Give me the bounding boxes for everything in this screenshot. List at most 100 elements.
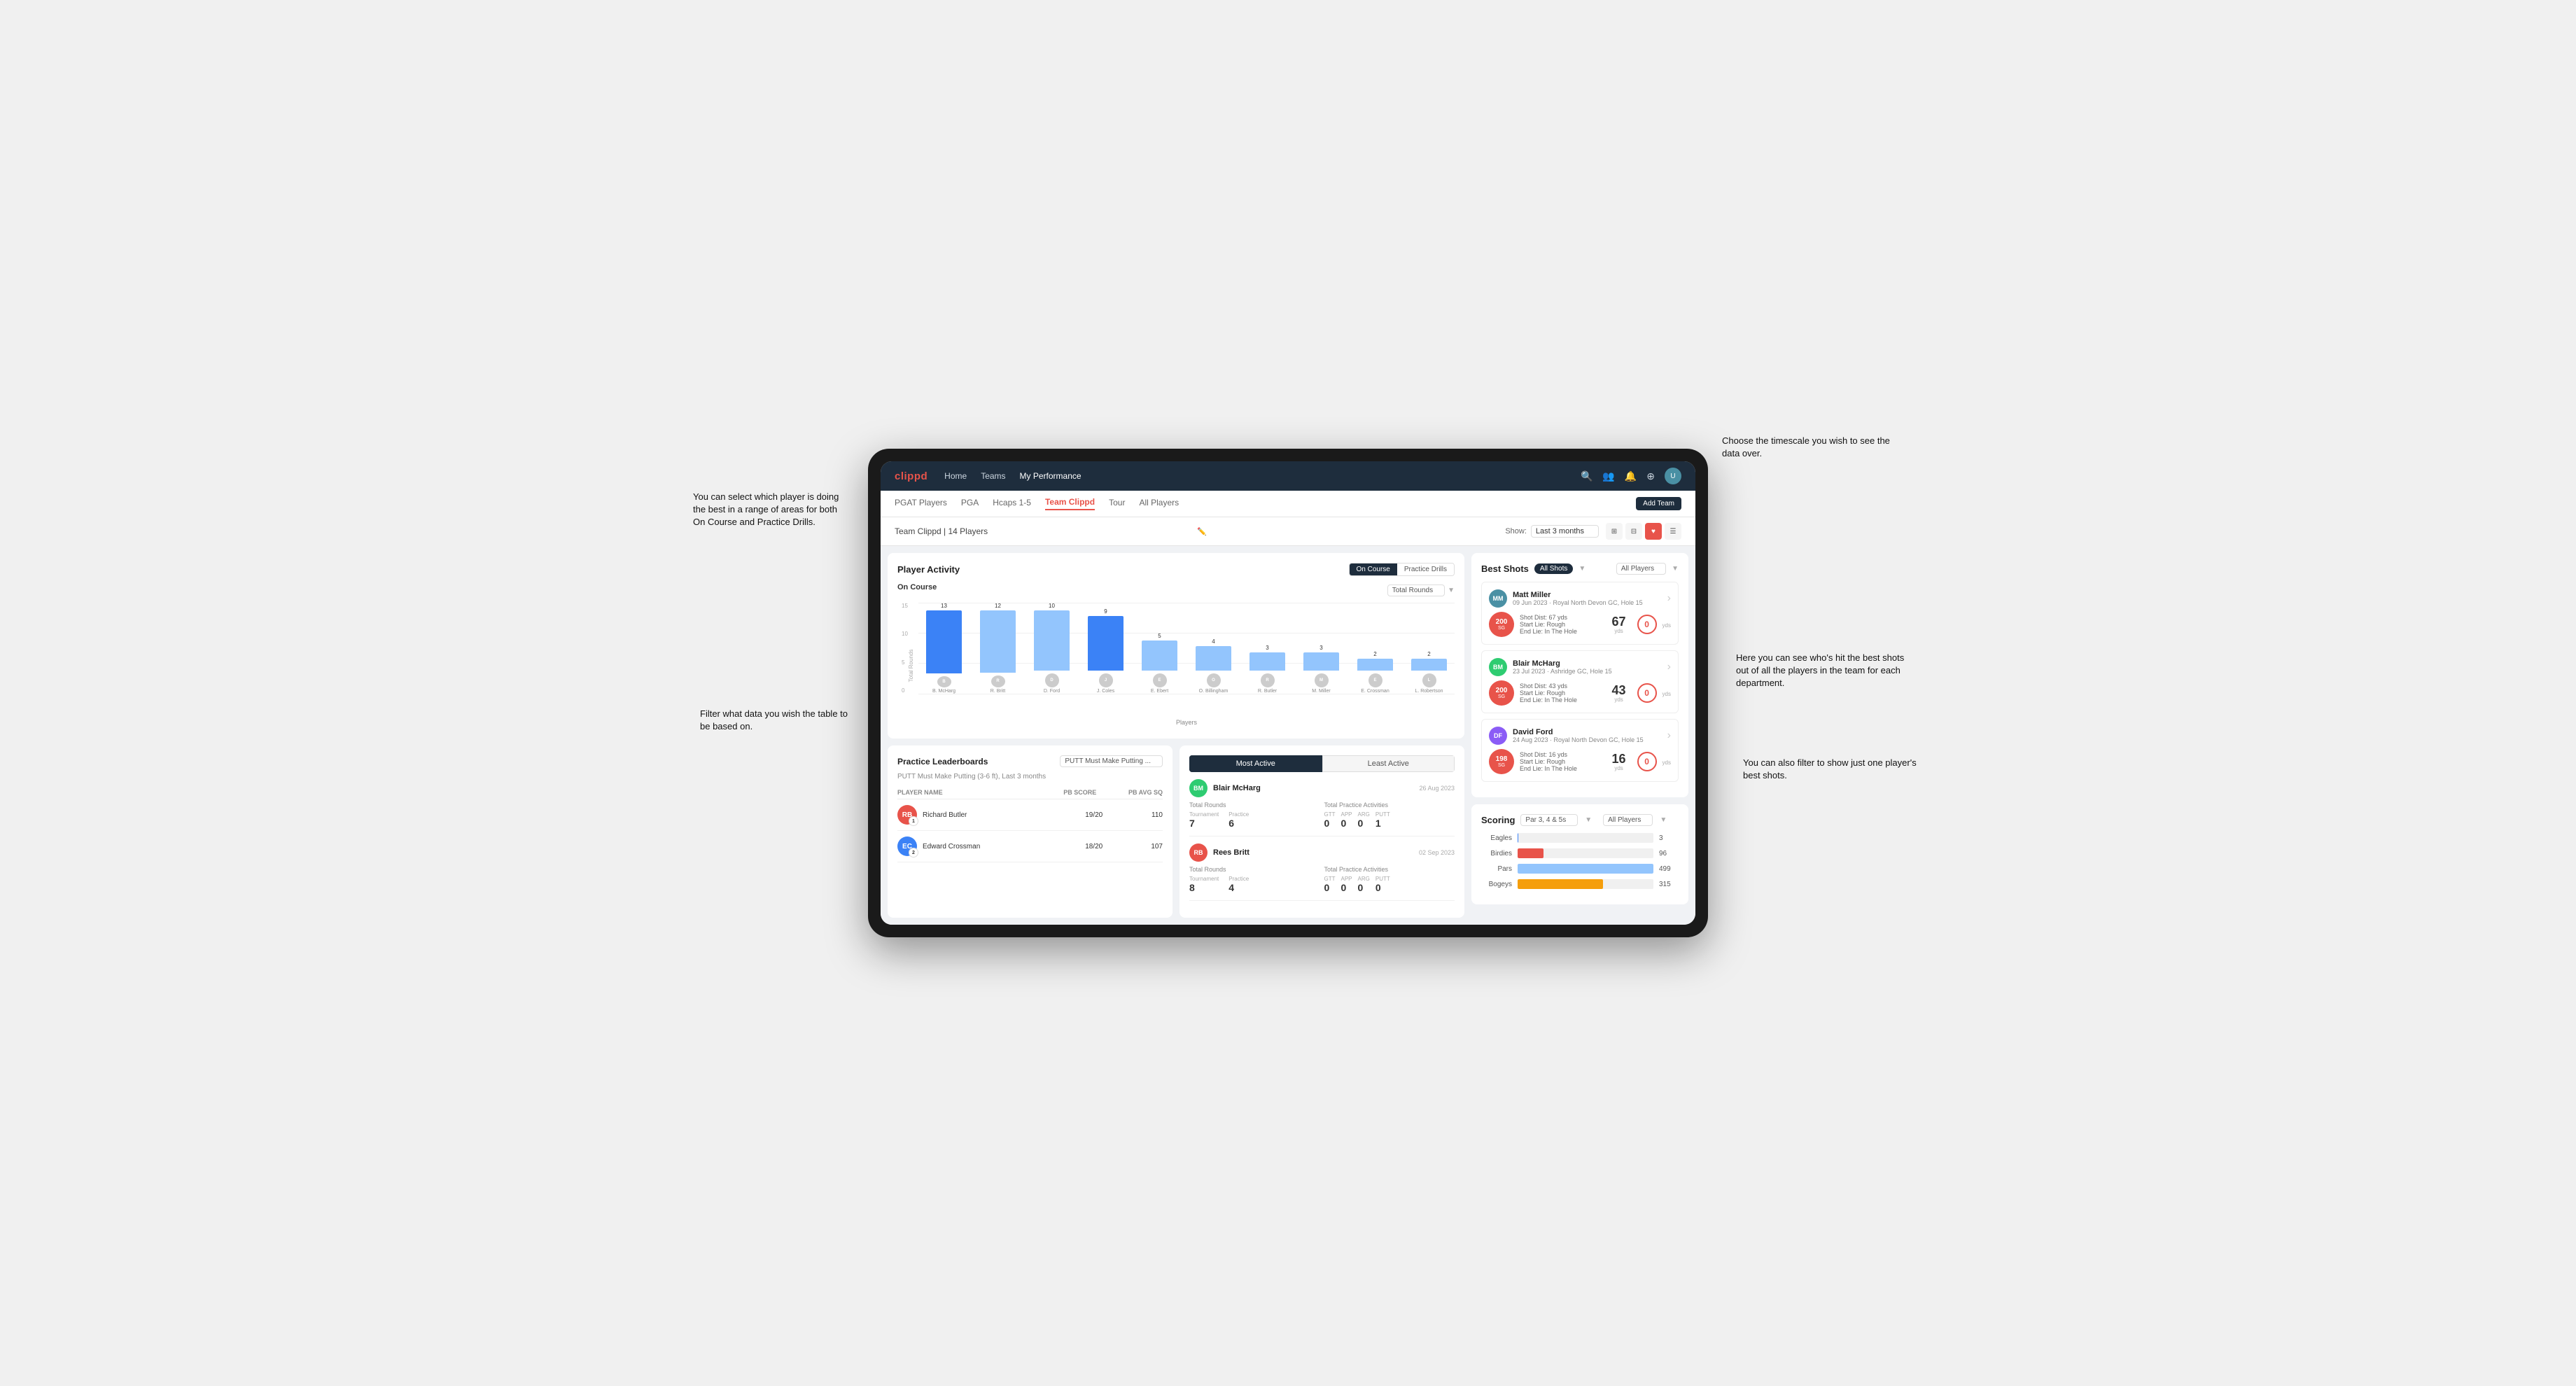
view-heart-btn[interactable]: ♥ (1645, 523, 1662, 540)
shot-badge-val: 200 (1496, 619, 1508, 626)
shot-metric-unit: yds (1614, 765, 1623, 771)
shot-player-info: Blair McHarg 23 Jul 2023 · Ashridge GC, … (1513, 659, 1667, 675)
shot-metric-yds: 43 yds (1606, 684, 1632, 703)
tournament-val: 8 (1189, 882, 1219, 893)
sub-nav: PGAT Players PGA Hcaps 1-5 Team Clippd T… (881, 491, 1695, 517)
practice-header: Practice Leaderboards PUTT Must Make Put… (897, 755, 1163, 767)
best-shots-players-dropdown[interactable]: All Players (1616, 563, 1666, 575)
rounds-values: Tournament 7 Practice 6 (1189, 811, 1320, 829)
practice-val: 6 (1228, 818, 1249, 829)
avatar[interactable]: U (1665, 468, 1681, 484)
scoring-par-dropdown[interactable]: Par 3, 4 & 5s (1520, 814, 1578, 826)
putt-val: 0 (1376, 882, 1390, 893)
show-label: Show: (1505, 527, 1527, 536)
tab-hcaps[interactable]: Hcaps 1-5 (993, 498, 1031, 510)
shot-metric-zero-circle: 0 (1637, 615, 1657, 634)
view-grid4-btn[interactable]: ⊞ (1606, 523, 1623, 540)
bar-player-label: M. Miller (1312, 689, 1330, 694)
shot-item[interactable]: MM Matt Miller 09 Jun 2023 · Royal North… (1481, 582, 1679, 645)
pb-score: 19/20 (1043, 811, 1103, 819)
putt-label: PUTT (1376, 876, 1390, 882)
y-label-5: 5 (902, 659, 908, 666)
player-avatar: R (1261, 673, 1275, 687)
scoring-title: Scoring (1481, 815, 1515, 825)
tab-all-players[interactable]: All Players (1139, 498, 1179, 510)
putt-val: 1 (1376, 818, 1390, 829)
shot-item[interactable]: BM Blair McHarg 23 Jul 2023 · Ashridge G… (1481, 650, 1679, 713)
shot-player-name: Blair McHarg (1513, 659, 1667, 668)
annotation-top-right: Choose the timescale you wish to see the… (1722, 435, 1890, 460)
right-panel: Best Shots All Shots ▼ All Players ▼ MM … (1471, 546, 1695, 925)
nav-link-home[interactable]: Home (944, 471, 967, 481)
player-name: Richard Butler (923, 811, 1043, 819)
shot-stat-line: Shot Dist: 67 yds (1520, 614, 1601, 621)
nav-logo: clippd (895, 470, 927, 482)
tab-pgat-players[interactable]: PGAT Players (895, 498, 947, 510)
tablet-frame: clippd Home Teams My Performance 🔍 👥 🔔 ⊕… (868, 449, 1708, 937)
toggle-on-course[interactable]: On Course (1350, 564, 1397, 575)
bar-group: 4 O O. Billingham (1188, 603, 1239, 694)
y-label-15: 15 (902, 603, 908, 609)
bar-player-label: R. Butler (1258, 689, 1277, 694)
bar-player-label: R. Britt (990, 689, 1005, 694)
tab-tour[interactable]: Tour (1109, 498, 1125, 510)
shot-stat-line: Shot Dist: 43 yds (1520, 682, 1601, 690)
scoring-bar-wrap (1518, 848, 1653, 858)
par-dropdown-chevron-icon: ▼ (1585, 816, 1592, 824)
shot-stat-line: End Lie: In The Hole (1520, 765, 1601, 772)
view-grid2-btn[interactable]: ⊟ (1625, 523, 1642, 540)
bar-player-label: D. Ford (1044, 689, 1060, 694)
nav-link-performance[interactable]: My Performance (1020, 471, 1082, 481)
edit-team-icon[interactable]: ✏️ (1197, 527, 1207, 536)
tab-team-clippd[interactable]: Team Clippd (1045, 497, 1095, 510)
shot-item[interactable]: DF David Ford 24 Aug 2023 · Royal North … (1481, 719, 1679, 782)
shot-player-meta: 24 Aug 2023 · Royal North Devon GC, Hole… (1513, 736, 1667, 743)
total-rounds-group: Total Rounds Tournament 7 Practice 6 (1189, 802, 1320, 829)
scoring-bar-row: Pars 499 (1481, 864, 1679, 874)
practice-activities-group: Total Practice Activities GTT 0 APP 0 AR… (1324, 802, 1455, 829)
bar-group: 5 E E. Ebert (1134, 603, 1185, 694)
player-avatar: O (1207, 673, 1221, 687)
total-rounds-label: Total Rounds (1189, 802, 1320, 808)
scoring-bar-row: Eagles 3 (1481, 833, 1679, 843)
bar-player-label: B. McHarg (932, 689, 955, 694)
main-content: Player Activity On Course Practice Drill… (881, 546, 1695, 925)
add-team-button[interactable]: Add Team (1636, 497, 1681, 510)
scoring-bar-fill (1518, 879, 1603, 889)
shot-metric-zero-unit: yds (1662, 618, 1671, 631)
shot-player-row: DF David Ford 24 Aug 2023 · Royal North … (1489, 727, 1671, 745)
bar-fill (1034, 610, 1070, 671)
bell-icon[interactable]: 🔔 (1625, 470, 1637, 482)
shot-metric-unit: yds (1614, 628, 1623, 634)
activity-player-name: Rees Britt (1213, 848, 1419, 857)
shot-metric-zero-unit: yds (1662, 687, 1671, 699)
practice-label: Practice (1228, 876, 1249, 882)
tab-most-active[interactable]: Most Active (1189, 755, 1322, 772)
scoring-bar-wrap (1518, 864, 1653, 874)
total-rounds-dropdown[interactable]: Total Rounds (1387, 584, 1445, 596)
putt-stat: PUTT 0 (1376, 876, 1390, 893)
users-icon[interactable]: 👥 (1602, 470, 1614, 482)
shots-list: MM Matt Miller 09 Jun 2023 · Royal North… (1481, 582, 1679, 782)
shot-avatar: DF (1489, 727, 1507, 745)
tab-least-active[interactable]: Least Active (1322, 755, 1455, 772)
practice-row[interactable]: EC 2 Edward Crossman 18/20 107 (897, 831, 1163, 862)
shot-metric-zero-unit: yds (1662, 755, 1671, 768)
search-icon[interactable]: 🔍 (1581, 470, 1592, 482)
most-active-card: Most Active Least Active BM Blair McHarg… (1180, 746, 1464, 918)
nav-link-teams[interactable]: Teams (981, 471, 1005, 481)
scoring-players-dropdown[interactable]: All Players (1603, 814, 1653, 826)
toggle-practice-drills[interactable]: Practice Drills (1397, 564, 1454, 575)
tab-all-shots[interactable]: All Shots (1534, 564, 1573, 574)
player-avatar: B (937, 676, 951, 687)
view-filter-btn[interactable]: ☰ (1665, 523, 1681, 540)
annotation-right-bottom: You can also filter to show just one pla… (1743, 757, 1925, 782)
left-panel: Player Activity On Course Practice Drill… (881, 546, 1471, 925)
practice-dropdown[interactable]: PUTT Must Make Putting ... (1060, 755, 1163, 767)
tab-pga[interactable]: PGA (961, 498, 979, 510)
shot-details: 198 SG Shot Dist: 16 ydsStart Lie: Rough… (1489, 749, 1671, 774)
player-avatar: E (1368, 673, 1382, 687)
plus-circle-icon[interactable]: ⊕ (1646, 470, 1655, 482)
show-dropdown[interactable]: Last 3 months (1531, 525, 1599, 538)
practice-row[interactable]: RB 1 Richard Butler 19/20 110 (897, 799, 1163, 831)
